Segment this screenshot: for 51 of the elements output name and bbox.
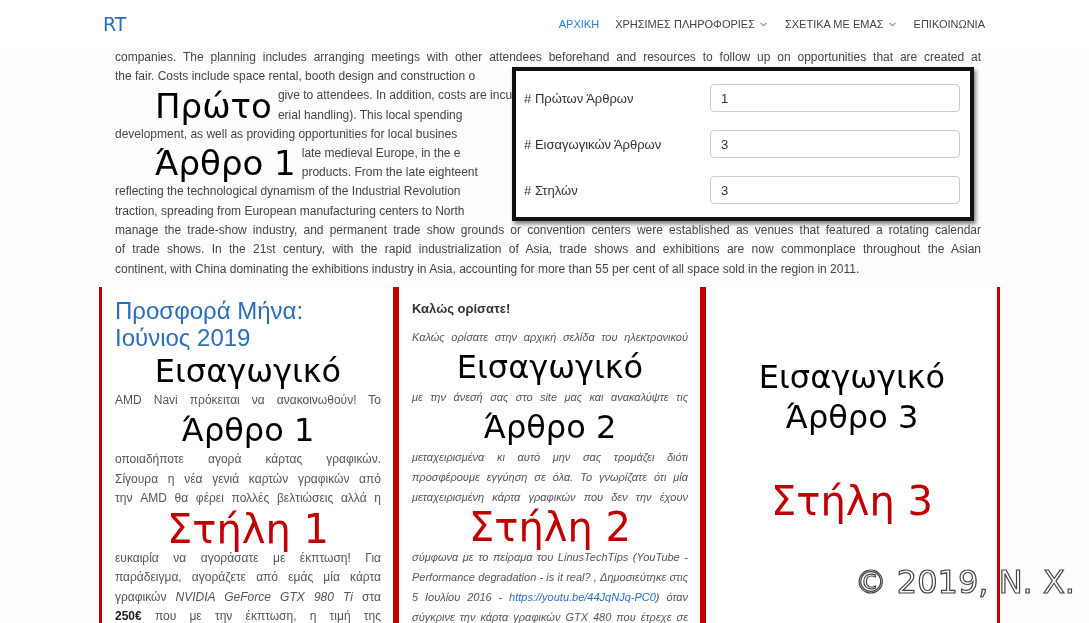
article-text-line: companies. The planning includes arranging meetings with other attendees beforehand and resources to follow up on opportunities that are created at <box>115 49 981 66</box>
article-text-line: the fair. Costs include space rental, booth design and construction o <box>115 68 476 86</box>
article-text-line: continent, with China dominating the exhibitions industry in Asia, accounting for more than 55 per cent of all space sold in the region in 2011. <box>115 260 861 278</box>
article-text-line: με την άνεσή σας στο site μας και ανακαλύψτε τις <box>412 389 688 405</box>
article-text-line: traction, spreading from European manufacturing centers to North <box>115 202 465 220</box>
article-text-line: προσφέρουμε εγγύηση σε όλα. Το γνωρίζατε ότι μία <box>412 469 688 485</box>
article-text-line: erial handling). This local spending <box>277 106 463 124</box>
field-label: # Εισαγωγικών Άρθρων <box>524 135 662 154</box>
number-field[interactable]: 3 <box>710 176 961 205</box>
article-text-line: 5 Ιουλίου 2016 - https://youtu.be/44JqNJq-PC0) όταν <box>412 589 688 605</box>
annotation-label: Άρθρο 1 <box>181 410 315 451</box>
number-field[interactable]: 3 <box>710 130 961 159</box>
article-text-line: Σίγουρα η νέα γενιά καρτών γραφικών από <box>115 470 381 488</box>
nav-link[interactable]: ΕΠΙΚΟΙΝΩΝΙΑ <box>913 18 985 30</box>
article-text-line: παράδειγμα, αγοράζετε από εμάς μία κάρτα <box>115 569 381 587</box>
article-text-line: μεταχειρισμένη κάρτα γραφικών που δεν την έχουν <box>412 489 688 505</box>
annotation-label: Άρθρο 1 <box>155 144 296 183</box>
field-label: # Στηλών <box>524 181 578 200</box>
brand-logo[interactable]: RT <box>103 13 127 35</box>
number-field[interactable]: 1 <box>710 84 961 113</box>
article-text-line: give to attendees. In addition, costs are incu <box>277 87 513 105</box>
field-label: # Πρώτων Άρθρων <box>524 89 634 108</box>
article-text-line: Καλώς ορίσατε στην αρχική σελίδα του ηλεκτρονικού <box>412 329 688 345</box>
welcome-heading: Καλώς ορίσατε! <box>412 299 512 318</box>
article-text-line: products. From the late eighteent <box>301 164 478 182</box>
article-text-line: σύγκρινε την κάρτα γραφικών GTX 480 που έτρεχε σε <box>412 609 688 623</box>
annotation-label: Εισαγωγικό <box>154 350 342 391</box>
article-text-line: οποιαδήποτε αγορά κάρτας γραφικών. <box>115 451 381 469</box>
offer-heading: Προσφορά Μήνα: Ιούνιος 2019 <box>115 296 305 351</box>
article-text-line: AMD Navi πρόκειται να ανακοινωθούν! Το <box>115 391 381 409</box>
annotation-label: Εισαγωγικό <box>758 356 946 397</box>
article-text-line: την AMD θα φέρει πολλές βελτιώσεις αλλά η <box>115 490 381 508</box>
article-text-line: late medieval Europe, in the e <box>301 145 461 162</box>
nav-link[interactable]: ΑΡΧΙΚΗ <box>558 18 600 30</box>
article-text-line: reflecting the technological dynamism of the Industrial Revolution <box>115 183 461 201</box>
annotation-label: Άρθρο 3 <box>785 396 919 437</box>
article-text-line: μεταχειρισμένα κι αυτό μην σας τρομάζει διότι <box>412 449 688 465</box>
annotation-label: Εισαγωγικό <box>456 346 644 387</box>
article-text-line: development, as well as providing opportunities for local busines <box>115 125 458 143</box>
article-text-line: Performance degradation - is it real? , Δημοσιεύτηκε στις <box>412 569 688 585</box>
article-text-line: γραφικών NVIDIA GeForce GTX 980 Ti στα <box>115 588 381 606</box>
video-link[interactable]: https://youtu.be/44JqNJq-PC0 <box>509 590 656 603</box>
annotation-label: Άρθρο 2 <box>483 406 617 447</box>
copyright-text: © 2019, N. X. <box>854 563 1075 601</box>
article-text-line: 250€ που με την έκπτωση, η τιμή της <box>115 608 381 623</box>
article-text-line: σύμφωνα με το πείραμα του LinusTechTips (YouTube - <box>412 550 688 565</box>
nav-link[interactable]: ΣΧΕΤΙΚΑ ΜΕ ΕΜΑΣ <box>784 18 898 30</box>
annotation-label: Πρώτο <box>155 86 272 125</box>
article-text-line: of trade shows. In the 21st century, with the rapid industrialization of Asia, trade shows and exhibitions are now commonplace throughout the Asian <box>115 241 981 259</box>
nav-link[interactable]: ΧΡΗΣΙΜΕΣ ΠΛΗΡΟΦΟΡΙΕΣ <box>615 18 769 30</box>
article-text-line: manage the trade-show industry, and permanent trade show grounds or convention centers were established as venues that featured a rotating calendar <box>115 222 981 240</box>
